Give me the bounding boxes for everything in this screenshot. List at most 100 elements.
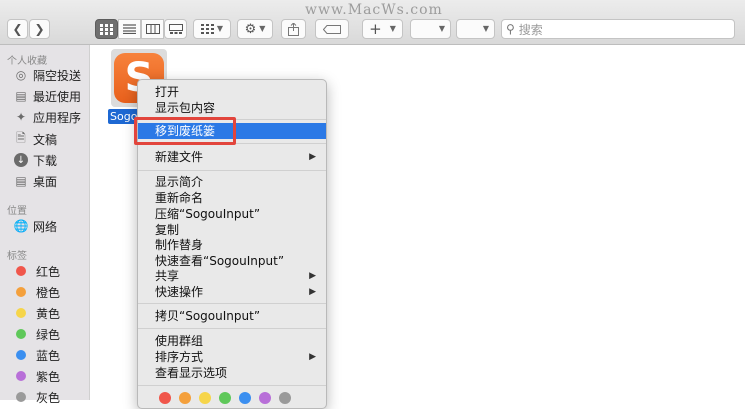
sidebar-item-label: 应用程序 bbox=[33, 110, 82, 125]
menu-item-duplicate[interactable]: 复制 bbox=[138, 222, 326, 238]
applications-icon: ✦ bbox=[15, 110, 27, 124]
sidebar-item-label: 红色 bbox=[36, 264, 61, 279]
sidebar-item-tag-yellow[interactable]: 黄色 bbox=[14, 303, 60, 323]
menu-item-compress[interactable]: 压缩“SogouInput” bbox=[138, 206, 326, 222]
sidebar-item-airdrop[interactable]: ◎ 隔空投送 bbox=[14, 65, 81, 85]
path-dropdown[interactable]: ▼ bbox=[410, 19, 451, 39]
documents-icon: 🗎 bbox=[16, 130, 26, 145]
menu-item-use-groups[interactable]: 使用群组 bbox=[138, 333, 326, 349]
menu-item-rename[interactable]: 重新命名 bbox=[138, 190, 326, 206]
sidebar-item-label: 下载 bbox=[33, 153, 58, 168]
menu-item-label: 快速操作 bbox=[155, 285, 204, 299]
menu-item-new-file[interactable]: 新建文件 ▶ bbox=[138, 149, 326, 165]
icon-view-icon bbox=[100, 23, 113, 35]
menu-item-quick-look[interactable]: 快速查看“SogouInput” bbox=[138, 253, 326, 269]
downloads-icon: ↓ bbox=[14, 153, 28, 167]
menu-separator bbox=[138, 328, 326, 329]
submenu-arrow-icon: ▶ bbox=[309, 352, 316, 362]
group-button[interactable]: ▼ bbox=[193, 19, 231, 39]
menu-tag-green[interactable] bbox=[219, 392, 231, 404]
sidebar-item-network[interactable]: 🌐 网络 bbox=[14, 216, 57, 236]
gallery-view-button[interactable] bbox=[164, 19, 187, 39]
recents-icon: ▤ bbox=[15, 89, 27, 103]
sidebar-item-desktop[interactable]: ▤ 桌面 bbox=[14, 171, 57, 191]
menu-item-show-view-options[interactable]: 查看显示选项 bbox=[138, 365, 326, 381]
sidebar-item-label: 文稿 bbox=[33, 132, 58, 147]
menu-item-label: 新建文件 bbox=[155, 150, 204, 164]
action-button[interactable]: ⚙ ▼ bbox=[237, 19, 273, 39]
sidebar-item-label: 最近使用 bbox=[33, 89, 82, 104]
sidebar-item-tag-red[interactable]: 红色 bbox=[14, 261, 60, 281]
menu-item-get-info[interactable]: 显示简介 bbox=[138, 174, 326, 190]
locations-section-title: 位置 bbox=[7, 206, 27, 217]
chevron-down-icon: ▼ bbox=[438, 24, 445, 33]
menu-tag-purple[interactable] bbox=[259, 392, 271, 404]
tag-color-dot bbox=[16, 392, 26, 402]
search-input[interactable]: ⚲ 搜索 bbox=[501, 19, 735, 39]
column-view-button[interactable] bbox=[141, 19, 164, 39]
arrange-dropdown[interactable]: ▼ bbox=[456, 19, 495, 39]
menu-tag-orange[interactable] bbox=[179, 392, 191, 404]
tag-color-dot bbox=[16, 287, 26, 297]
sidebar-item-tag-orange[interactable]: 橙色 bbox=[14, 282, 60, 302]
menu-item-copy[interactable]: 拷贝“SogouInput” bbox=[138, 308, 326, 324]
back-button[interactable]: ❮ bbox=[7, 19, 28, 39]
tag-button[interactable] bbox=[315, 19, 349, 39]
sidebar-item-recents[interactable]: ▤ 最近使用 bbox=[14, 86, 81, 106]
chevron-right-icon: ❯ bbox=[34, 22, 45, 36]
sidebar-item-label: 橙色 bbox=[36, 285, 61, 300]
sidebar: 个人收藏 ◎ 隔空投送 ▤ 最近使用 ✦ 应用程序 🗎 文稿 ↓ 下载 ▤ 桌面… bbox=[0, 45, 90, 405]
menu-tag-gray[interactable] bbox=[279, 392, 291, 404]
sidebar-item-tag-gray[interactable]: 灰色 bbox=[14, 387, 60, 407]
sidebar-item-label: 紫色 bbox=[36, 369, 61, 384]
menu-tag-yellow[interactable] bbox=[199, 392, 211, 404]
sidebar-item-tag-blue[interactable]: 蓝色 bbox=[14, 345, 60, 365]
forward-button[interactable]: ❯ bbox=[29, 19, 50, 39]
finder-toolbar: www.MacWs.com ❮ ❯ ▼ ⚙ ▼ + ▼ ▼ ▼ ⚲ 搜索 bbox=[0, 0, 745, 45]
menu-item-open[interactable]: 打开 bbox=[138, 84, 326, 100]
share-icon bbox=[288, 22, 299, 36]
tag-color-dot bbox=[16, 350, 26, 360]
submenu-arrow-icon: ▶ bbox=[309, 152, 316, 162]
tag-color-dot bbox=[16, 266, 26, 276]
menu-item-sort-by[interactable]: 排序方式 ▶ bbox=[138, 349, 326, 365]
menu-item-make-alias[interactable]: 制作替身 bbox=[138, 237, 326, 253]
sidebar-item-documents[interactable]: 🗎 文稿 bbox=[14, 129, 57, 149]
chevron-left-icon: ❮ bbox=[12, 22, 23, 36]
search-icon: ⚲ bbox=[506, 22, 515, 36]
gallery-view-icon bbox=[168, 24, 183, 34]
watermark: www.MacWs.com bbox=[305, 2, 443, 18]
sidebar-item-label: 网络 bbox=[33, 219, 58, 234]
menu-item-share[interactable]: 共享 ▶ bbox=[138, 268, 326, 284]
sidebar-item-tag-green[interactable]: 绿色 bbox=[14, 324, 60, 344]
menu-item-show-package-contents[interactable]: 显示包内容 bbox=[138, 100, 326, 116]
chevron-down-icon: ▼ bbox=[389, 24, 396, 33]
sidebar-item-label: 灰色 bbox=[36, 390, 61, 405]
list-view-button[interactable] bbox=[118, 19, 141, 39]
sidebar-item-applications[interactable]: ✦ 应用程序 bbox=[14, 107, 81, 127]
chevron-down-icon: ▼ bbox=[482, 24, 489, 33]
menu-tag-red[interactable] bbox=[159, 392, 171, 404]
menu-tag-blue[interactable] bbox=[239, 392, 251, 404]
network-icon: 🌐 bbox=[13, 219, 29, 233]
plus-icon: + bbox=[369, 19, 382, 38]
icon-view-button[interactable] bbox=[95, 19, 118, 39]
gear-icon: ⚙ bbox=[244, 21, 257, 37]
menu-separator bbox=[138, 170, 326, 171]
sidebar-item-tag-purple[interactable]: 紫色 bbox=[14, 366, 60, 386]
sidebar-item-label: 黄色 bbox=[36, 306, 61, 321]
submenu-arrow-icon: ▶ bbox=[309, 287, 316, 297]
add-button[interactable]: + ▼ bbox=[362, 19, 403, 39]
chevron-down-icon: ▼ bbox=[216, 24, 224, 33]
sidebar-item-downloads[interactable]: ↓ 下载 bbox=[14, 150, 57, 170]
tag-color-dot bbox=[16, 329, 26, 339]
menu-item-quick-actions[interactable]: 快速操作 ▶ bbox=[138, 284, 326, 300]
sidebar-item-label: 绿色 bbox=[36, 327, 61, 342]
chevron-down-icon: ▼ bbox=[259, 24, 266, 33]
tag-icon bbox=[323, 24, 341, 34]
share-button[interactable] bbox=[281, 19, 306, 39]
menu-separator bbox=[138, 385, 326, 386]
menu-item-label: 排序方式 bbox=[155, 350, 204, 364]
sidebar-item-label: 桌面 bbox=[33, 174, 58, 189]
sidebar-item-label: 隔空投送 bbox=[33, 68, 82, 83]
